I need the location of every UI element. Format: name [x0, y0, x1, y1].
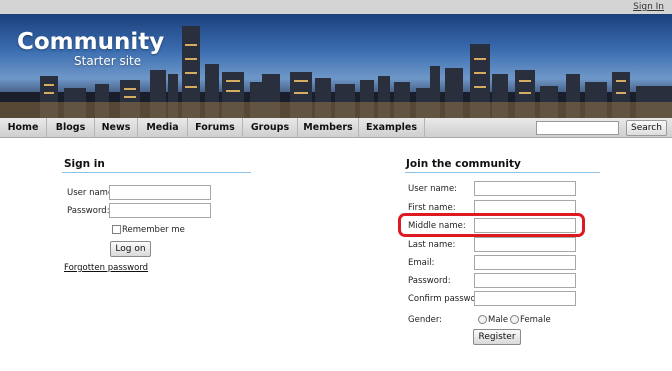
gender-male-label: Male [488, 315, 509, 325]
forgotten-password-link[interactable]: Forgotten password [64, 263, 148, 273]
join-divider [405, 172, 600, 173]
log-on-button[interactable]: Log on [110, 241, 151, 257]
join-username-field[interactable] [474, 181, 576, 196]
join-password-label: Password: [408, 276, 451, 286]
sign-in-divider [62, 172, 251, 173]
sign-in-link[interactable]: Sign In [633, 2, 664, 12]
search-input[interactable] [536, 121, 619, 135]
signin-username-field[interactable] [109, 185, 211, 200]
sign-in-heading: Sign in [64, 158, 105, 170]
gender-female-label: Female [520, 315, 551, 325]
site-subtitle: Starter site [74, 54, 142, 68]
middle-name-highlight [398, 213, 585, 237]
site-banner: Community Starter site [0, 14, 672, 118]
nav-blogs[interactable]: Blogs [47, 118, 95, 138]
nav-media[interactable]: Media [138, 118, 188, 138]
nav-groups[interactable]: Groups [243, 118, 298, 138]
gender-male-radio[interactable] [478, 315, 487, 324]
nav-forums[interactable]: Forums [188, 118, 243, 138]
nav-home[interactable]: Home [0, 118, 47, 138]
join-heading: Join the community [406, 158, 521, 170]
signin-password-field[interactable] [109, 203, 211, 218]
join-email-label: Email: [408, 258, 435, 268]
remember-me-label: Remember me [122, 225, 185, 235]
nav-members[interactable]: Members [298, 118, 359, 138]
join-firstname-label: First name: [408, 203, 456, 213]
register-button[interactable]: Register [473, 329, 521, 345]
join-confirm-password-field[interactable] [474, 291, 576, 306]
search-button[interactable]: Search [626, 120, 667, 136]
main-nav: Home Blogs News Media Forums Groups Memb… [0, 118, 672, 138]
join-email-field[interactable] [474, 255, 576, 270]
nav-news[interactable]: News [95, 118, 138, 138]
join-password-field[interactable] [474, 273, 576, 288]
gender-label: Gender: [408, 315, 443, 325]
join-username-label: User name: [408, 184, 458, 194]
signin-password-label: Password: [67, 206, 110, 216]
nav-examples[interactable]: Examples [359, 118, 425, 138]
join-lastname-field[interactable] [474, 237, 576, 252]
site-title: Community [17, 29, 165, 55]
gender-female-radio[interactable] [510, 315, 519, 324]
top-bar: Sign In [0, 0, 672, 14]
join-lastname-label: Last name: [408, 240, 456, 250]
remember-me-checkbox[interactable] [112, 225, 121, 234]
